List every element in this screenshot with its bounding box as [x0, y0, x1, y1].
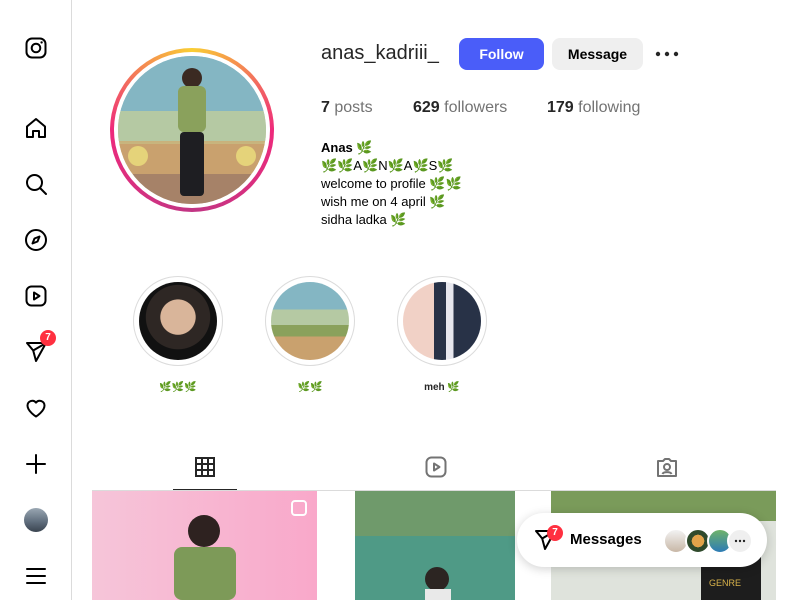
followers-stat[interactable]: 629 followers [413, 99, 507, 117]
profile-picture[interactable] [110, 48, 274, 212]
follow-button[interactable]: Follow [459, 38, 544, 70]
posts-count: 7 [321, 99, 330, 116]
profile-picture-ring [114, 52, 270, 208]
menu-hamburger-icon[interactable] [22, 562, 50, 590]
highlight-ring [133, 276, 223, 366]
post-thumbnail[interactable] [92, 491, 317, 600]
highlight-cover [271, 282, 349, 360]
followers-count: 629 [413, 99, 440, 116]
notifications-heart-icon[interactable] [22, 394, 50, 422]
profile-photo [118, 56, 266, 204]
following-count: 179 [547, 99, 574, 116]
highlight-label: 🌿🌿 [297, 382, 323, 393]
following-label: following [578, 99, 641, 116]
profile-avatar-nav[interactable] [22, 506, 50, 534]
highlight-ring [397, 276, 487, 366]
bio-line: 🌿🌿A🌿N🌿A🌿S🌿 [321, 158, 454, 173]
search-icon[interactable] [22, 170, 50, 198]
profile-bio: Anas 🌿 🌿🌿A🌿N🌿A🌿S🌿 welcome to profile 🌿🌿 … [321, 139, 462, 229]
following-stat[interactable]: 179 following [547, 99, 640, 117]
profile-username: anas_kadriii_ [321, 42, 439, 64]
reels-tab-icon[interactable] [424, 455, 448, 479]
messages-badge: 7 [547, 525, 563, 541]
message-button[interactable]: Message [552, 38, 643, 70]
story-highlight[interactable]: meh 🌿 [397, 276, 487, 393]
sidebar: 7 [0, 0, 72, 600]
post-thumbnail[interactable] [355, 491, 515, 600]
posts-grid-tab-icon[interactable] [193, 455, 217, 479]
story-highlight[interactable]: 🌿🌿 [265, 276, 355, 393]
story-highlight[interactable]: 🌿🌿🌿 [133, 276, 223, 393]
create-plus-icon[interactable] [22, 450, 50, 478]
bio-name: Anas 🌿 [321, 140, 373, 155]
tagged-tab-icon[interactable] [655, 455, 679, 479]
messages-floating-bar[interactable]: 7 Messages [517, 513, 767, 567]
highlight-label: meh 🌿 [424, 382, 460, 393]
messages-nav-badge: 7 [40, 330, 56, 346]
active-tab-indicator [173, 489, 237, 490]
reels-icon[interactable] [22, 282, 50, 310]
explore-icon[interactable] [22, 226, 50, 254]
more-conversations-icon [727, 528, 753, 554]
highlight-cover [139, 282, 217, 360]
home-icon[interactable] [22, 114, 50, 142]
followers-label: followers [444, 99, 508, 116]
messages-nav-icon[interactable]: 7 [22, 330, 56, 366]
bio-line: wish me on 4 april 🌿 [321, 194, 446, 209]
svg-text:GENRE: GENRE [709, 578, 741, 588]
highlight-ring [265, 276, 355, 366]
bio-line: sidha ladka 🌿 [321, 212, 407, 227]
posts-label: posts [334, 99, 373, 116]
highlight-cover [403, 282, 481, 360]
posts-stat: 7 posts [321, 99, 373, 117]
bio-line: welcome to profile 🌿🌿 [321, 176, 462, 191]
messages-label: Messages [570, 531, 642, 548]
instagram-logo-icon[interactable] [22, 34, 50, 62]
highlight-label: 🌿🌿🌿 [159, 382, 197, 393]
more-options-icon[interactable] [654, 44, 680, 64]
